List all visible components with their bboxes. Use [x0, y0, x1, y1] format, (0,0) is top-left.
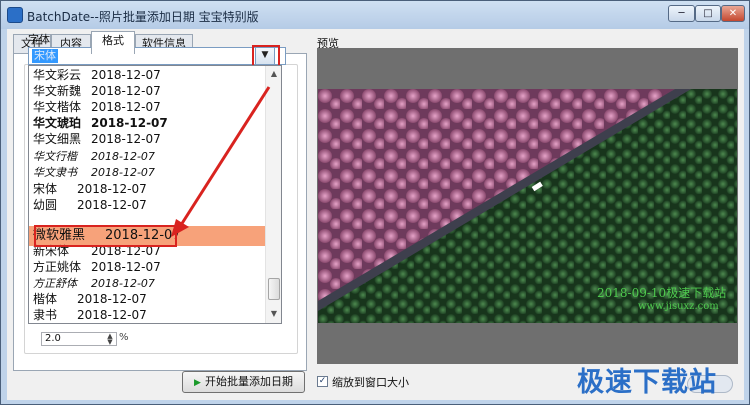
- play-icon: ▶: [194, 378, 201, 388]
- start-batch-button[interactable]: ▶ 开始批量添加日期: [182, 371, 305, 393]
- tab-format[interactable]: 格式: [91, 31, 135, 54]
- photo-url-stamp: www.jisuxz.com: [638, 301, 719, 312]
- size-unit: %: [119, 332, 129, 343]
- fit-window-label: 缩放到窗口大小: [332, 376, 409, 389]
- spin-arrows-icon[interactable]: ▲ ▼: [104, 333, 116, 346]
- start-batch-label: 开始批量添加日期: [204, 375, 293, 388]
- site-watermark: 极速下载站: [577, 367, 717, 398]
- app-window: BatchDate--照片批量添加日期 宝宝特别版 ─ □ ✕ 文件 内容 格式…: [0, 0, 750, 405]
- fit-window-checkbox[interactable]: ✓: [317, 376, 328, 387]
- photo-date-stamp: 2018-09-10极速下载站: [597, 286, 727, 300]
